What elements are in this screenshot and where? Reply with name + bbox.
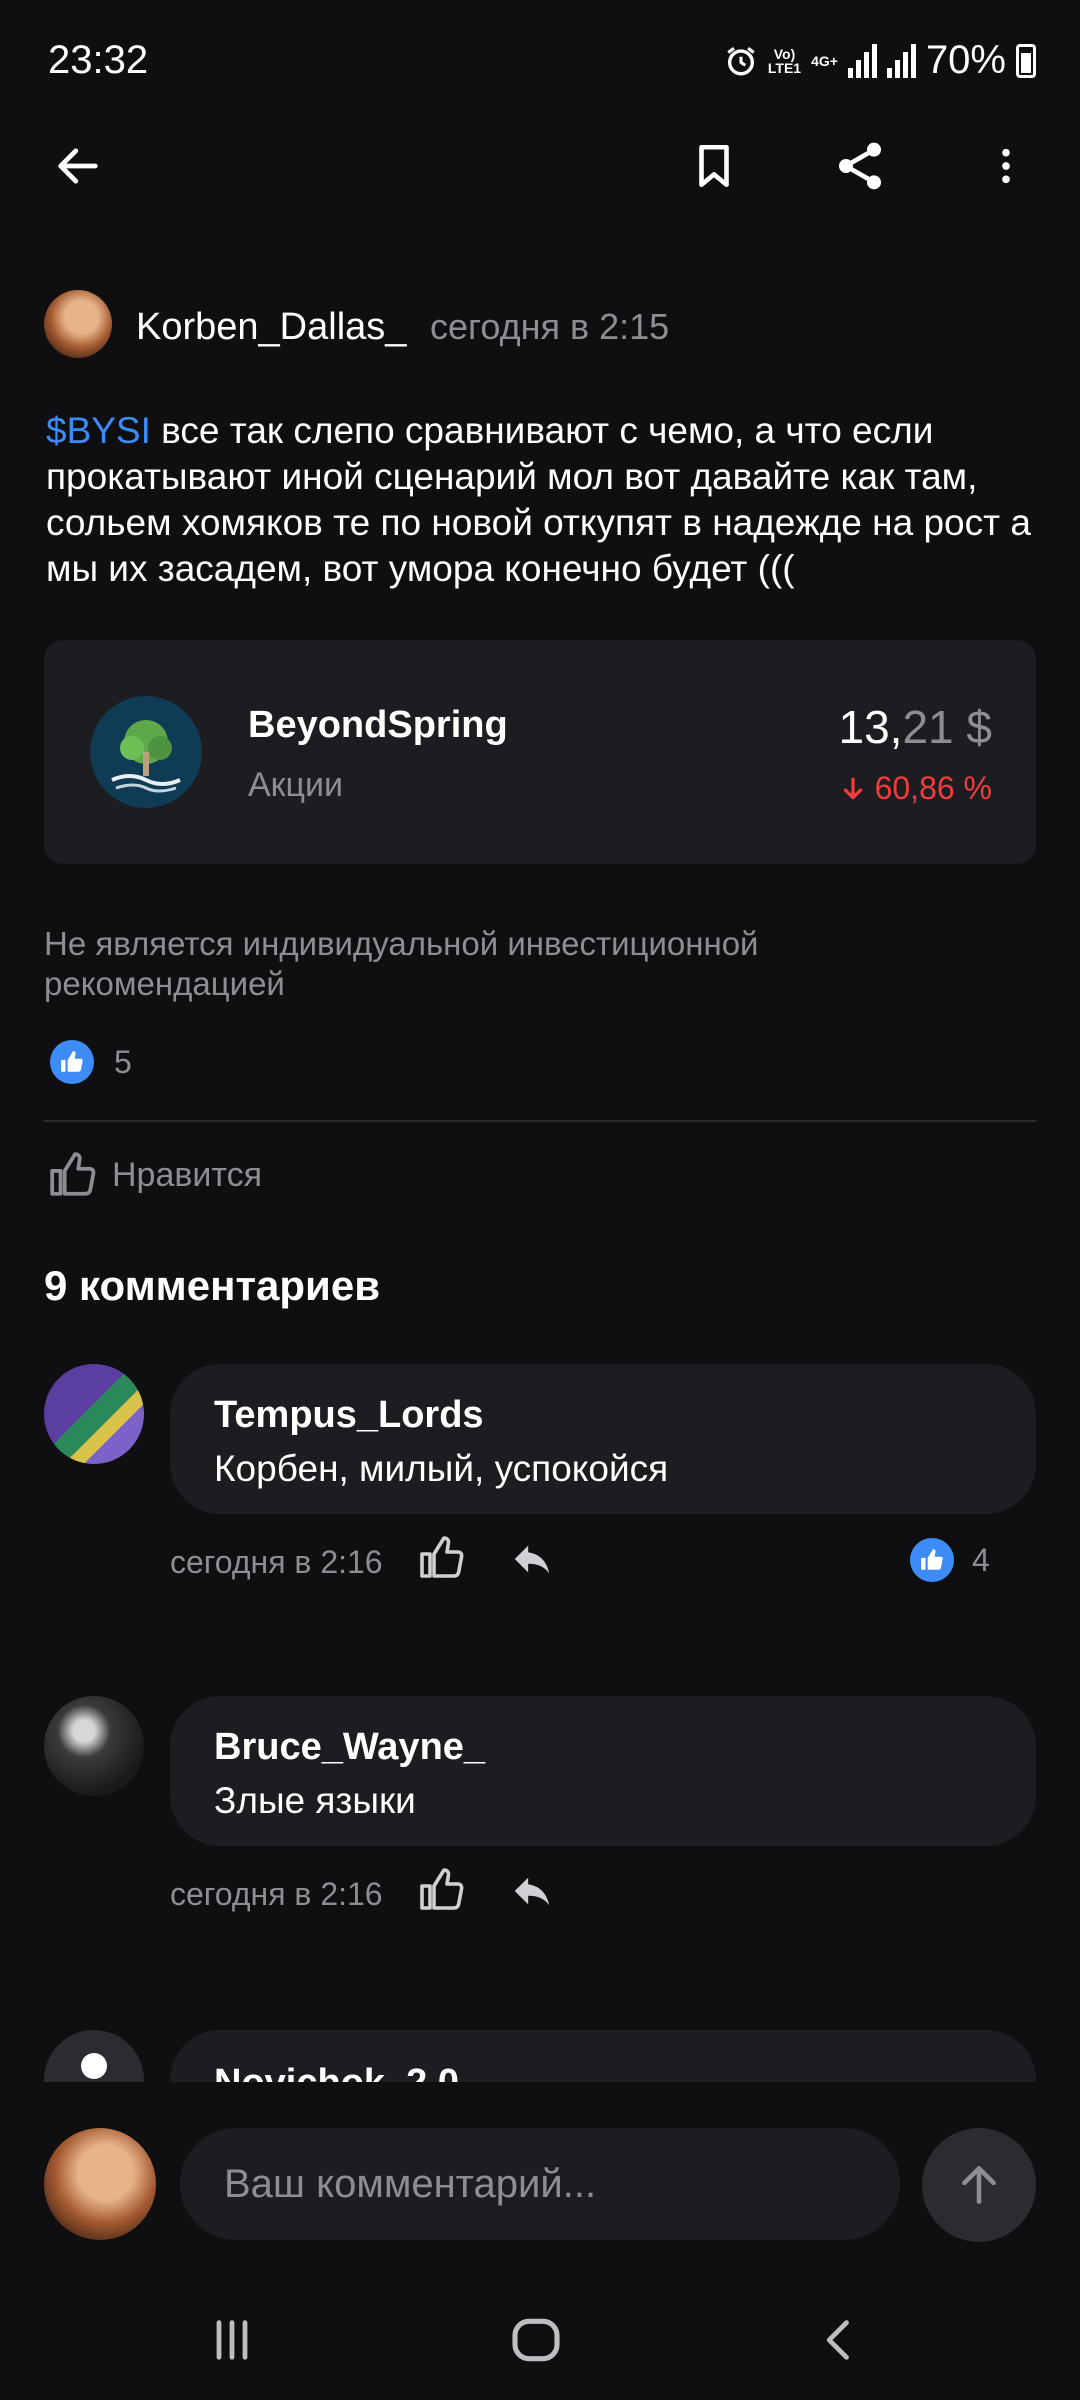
signal-icon [847,43,877,78]
thumbs-up-outline-icon [420,1536,464,1578]
reply-icon [514,1545,550,1574]
alarm-icon [727,46,755,75]
more-button[interactable] [970,130,1042,202]
share-icon [839,142,881,190]
post-text: $BYSI все так слепо сравнивают с чемо, а… [46,408,1036,592]
divider [44,1120,1036,1122]
post-body: все так слепо сравнивают с чемо, а что е… [46,410,1031,589]
network-type: 4G+ [811,52,838,69]
comment-reply-button[interactable] [506,1868,558,1919]
arrow-down-icon [843,777,862,800]
thumbs-up-badge-icon [50,1040,94,1084]
comment-author[interactable]: Tempus_Lords [214,1394,484,1437]
comment-text: Злые языки [214,1780,416,1821]
comment-time: сегодня в 2:16 [170,1544,383,1580]
share-button[interactable] [824,130,896,202]
ticker-link[interactable]: $BYSI [46,410,151,451]
nav-back-button[interactable] [800,2300,880,2380]
arrow-left-icon [58,148,98,184]
home-icon [512,2318,560,2362]
comment-avatar[interactable] [44,1364,144,1464]
more-vertical-icon [1002,148,1010,184]
comment-like-button[interactable] [418,1534,466,1587]
comment-bubble [170,1364,1036,1514]
stock-change: 60,86 % [840,770,992,807]
comment-avatar[interactable] [44,1696,144,1796]
thumbs-up-outline-icon [50,1152,96,1196]
thumbs-up-badge-icon [910,1538,954,1582]
comment-like-button[interactable] [418,1866,466,1919]
back-button[interactable] [42,130,114,202]
arrow-up-icon [962,2166,996,2204]
stock-price: 13,21 $ [838,701,993,753]
likes-summary[interactable]: 5 [50,1040,132,1084]
bookmark-icon [699,144,729,188]
battery-percent: 70% [925,38,1006,82]
comment-input[interactable] [180,2128,900,2240]
home-button[interactable] [496,2300,576,2380]
comment-reply-button[interactable] [506,1536,558,1587]
post-time: сегодня в 2:15 [430,306,670,347]
author-avatar[interactable] [44,290,112,358]
chevron-left-icon [826,2320,849,2360]
comment-author[interactable]: Bruce_Wayne_ [214,1726,485,1769]
signal-icon-2 [886,43,916,78]
stock-type: Акции [248,766,344,804]
bookmark-button[interactable] [678,130,750,202]
volte-indicator: Vo) LTE1 [767,45,802,76]
status-time: 23:32 [48,38,149,82]
comments-title: 9 комментариев [44,1262,381,1309]
recent-apps-button[interactable] [192,2300,272,2380]
disclaimer: Не является индивидуальной инвестиционно… [44,925,759,1002]
comment-likes[interactable]: 4 [910,1538,990,1582]
comment-likes-count: 4 [972,1541,990,1578]
likes-count: 5 [114,1043,132,1080]
tree-logo-icon [111,720,181,793]
author-name[interactable]: Korben_Dallas_ [136,306,406,349]
status-icons: Vo) LTE1 4G+ 70% [724,38,1036,83]
like-label: Нравится [112,1155,263,1194]
stock-name: BeyondSpring [248,704,508,746]
battery-icon [1016,43,1036,78]
comment-bubble [170,1696,1036,1846]
reply-icon [514,1877,550,1906]
comment-text: Корбен, милый, успокойся [214,1448,669,1489]
recent-apps-icon [216,2320,248,2360]
comment-time: сегодня в 2:16 [170,1876,383,1912]
thumbs-up-outline-icon [420,1868,464,1910]
stock-logo [90,696,202,808]
send-button[interactable] [922,2128,1036,2242]
my-avatar [44,2128,156,2240]
like-button[interactable]: Нравится [48,1150,262,1200]
